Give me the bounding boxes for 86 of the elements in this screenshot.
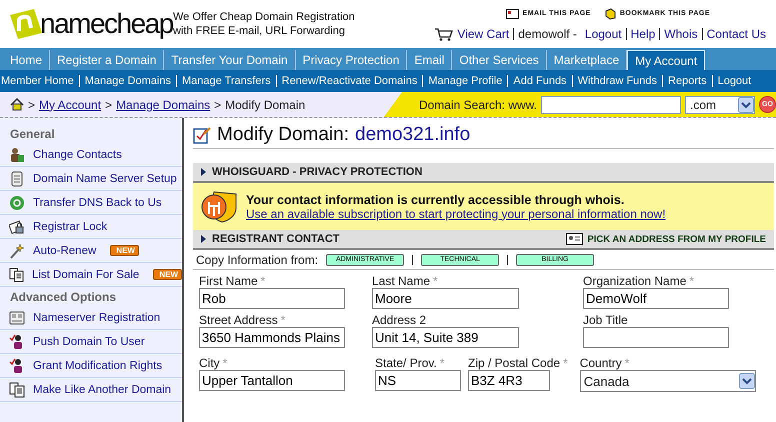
tagline: We Offer Cheap Domain Registration with FREE E-mail, URL Forwarding [173, 10, 356, 37]
subnav-link[interactable]: Renew/Reactivate Domains [276, 75, 422, 87]
field-label: Address 2 [372, 313, 426, 327]
header-link[interactable]: Contact Us [702, 28, 770, 40]
subnav-link[interactable]: Logout [712, 75, 756, 87]
text-field[interactable]: Moore [372, 288, 519, 309]
breadcrumb-separator: > [214, 98, 222, 112]
text-field[interactable]: 3650 Hammonds Plains [199, 327, 345, 348]
text-field[interactable]: NS [375, 370, 461, 391]
card-icon [9, 310, 25, 326]
header-link[interactable]: Whois [659, 28, 702, 40]
subnav-link[interactable]: Manage Domains [78, 75, 176, 87]
domain-search-label: Domain Search: www. [418, 98, 537, 112]
bookmark-icon [604, 8, 616, 20]
field-label: Street Address * [199, 313, 286, 327]
text-field[interactable]: B3Z 4R3 [468, 370, 550, 391]
text-field[interactable] [583, 327, 729, 348]
field-label: First Name * [199, 274, 266, 288]
header-link[interactable]: Logout [580, 28, 626, 40]
person-icon [9, 358, 25, 374]
sidebar-item[interactable]: List Domain For Sale NEW [0, 263, 182, 287]
documents-icon [9, 266, 24, 282]
people-icon [9, 146, 25, 162]
caret-icon [201, 168, 206, 176]
sidebar-item[interactable]: Transfer DNS Back to Us [0, 191, 182, 215]
domain-search-field[interactable] [541, 96, 681, 114]
home-icon[interactable] [10, 98, 24, 111]
sidebar-item[interactable]: Push Domain To User [0, 330, 182, 354]
lock-icon [9, 218, 25, 234]
sidebar-item[interactable]: Domain Name Server Setup [0, 167, 182, 191]
text-field[interactable]: DemoWolf [583, 288, 729, 309]
sidebar-item[interactable]: Grant Modification Rights [0, 354, 182, 378]
sidebar-item[interactable]: Nameserver Registration [0, 306, 182, 330]
subnav-link[interactable]: Manage Profile [422, 75, 508, 87]
profile-address-link[interactable]: PICK AN ADDRESS FROM MY PROFILE [566, 233, 766, 245]
nav-tab[interactable]: My Account [627, 50, 706, 70]
field-label: Organization Name * [583, 274, 694, 288]
documents-icon [9, 382, 25, 398]
section-title: REGISTRANT CONTACT [212, 233, 340, 245]
page-title: Modify Domain: [217, 124, 349, 146]
breadcrumb-separator: > [28, 98, 36, 112]
edit-document-icon [193, 126, 211, 144]
privacy-warning: Your contact information is currently accessible through whois. [246, 192, 626, 206]
sidebar-heading: Advanced Options [9, 289, 118, 306]
wand-icon [9, 242, 25, 258]
person-icon [9, 334, 25, 350]
subnav-link[interactable]: Manage Transfers [176, 75, 276, 87]
new-badge: NEW [153, 269, 182, 280]
breadcrumb-link[interactable]: Manage Domains [116, 98, 210, 112]
address-card-icon [566, 233, 584, 245]
field-label: Zip / Postal Code * [468, 356, 568, 370]
subnav-link[interactable]: Member Home [0, 75, 79, 87]
field-label: Last Name * [372, 274, 438, 288]
country-select[interactable]: Canada [580, 370, 756, 392]
field-label: State/ Prov. * [375, 356, 444, 370]
copy-label: Copy Information from: [196, 252, 318, 266]
sidebar-item[interactable]: Change Contacts [0, 143, 182, 167]
tld-select[interactable]: .com [685, 96, 755, 114]
breadcrumb-separator: > [105, 98, 112, 112]
field-label: City * [199, 356, 228, 370]
caret-icon [201, 235, 206, 243]
logo-text: namecheap [40, 8, 173, 40]
subnav-link[interactable]: Add Funds [507, 75, 572, 87]
subscription-link[interactable]: Use an available subscription to start protecting your personal information now! [246, 206, 666, 220]
new-badge: NEW [110, 245, 139, 256]
shield-icon [200, 190, 238, 224]
sidebar-heading: General [9, 126, 56, 143]
field-label: Country * [580, 356, 630, 370]
sidebar-item[interactable]: Auto-Renew NEW [0, 239, 182, 263]
breadcrumb-current: Modify Domain [225, 98, 306, 112]
subnav-link[interactable]: Withdraw Funds [572, 75, 662, 87]
cart-icon[interactable] [435, 28, 454, 40]
text-field[interactable]: Unit 14, Suite 389 [372, 327, 519, 348]
text-field[interactable]: Rob [199, 288, 345, 309]
breadcrumb-link[interactable]: My Account [39, 98, 102, 112]
sidebar-item[interactable]: Registrar Lock [0, 215, 182, 239]
envelope-icon [506, 8, 519, 18]
sidebar-item[interactable]: Make Like Another Domain [0, 378, 182, 402]
text-field[interactable]: Upper Tantallon [199, 370, 345, 391]
username: demowolf - [513, 28, 581, 40]
header-link[interactable]: View Cart [453, 28, 514, 40]
domain-name: demo321.info [355, 124, 470, 146]
section-header: WHOISGUARD - PRIVACY PROTECTION [193, 163, 774, 183]
subnav-link[interactable]: Reports [662, 75, 712, 87]
field-label: Job Title [583, 313, 628, 327]
header-link[interactable]: Help [626, 28, 660, 40]
